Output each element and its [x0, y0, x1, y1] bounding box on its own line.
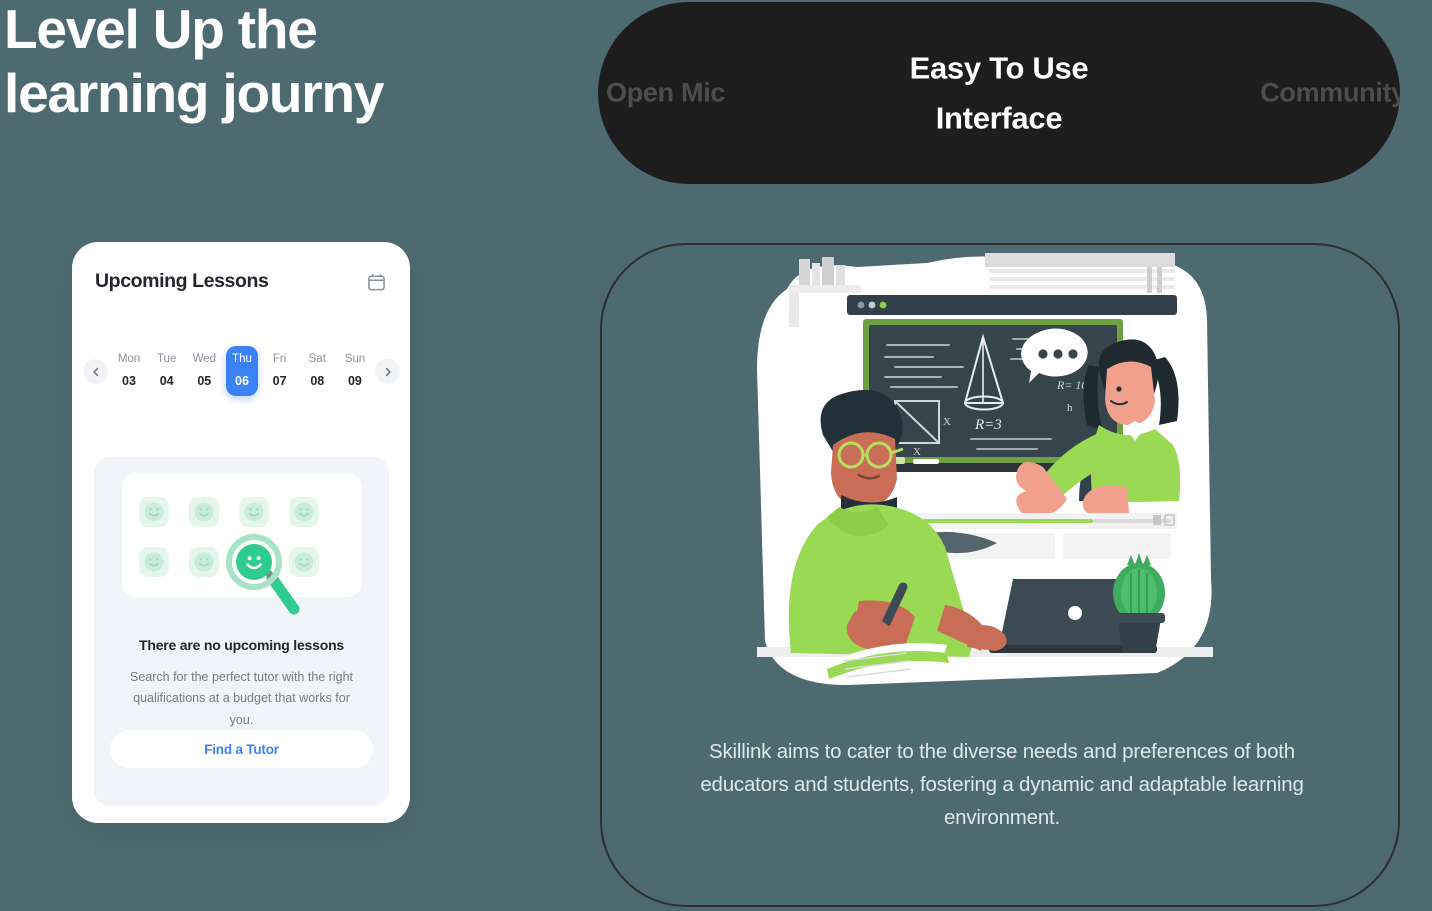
tab-active-line1: Easy To Use — [909, 50, 1089, 86]
day-number: 06 — [235, 374, 249, 388]
tab-open-mic[interactable]: Open Mic — [606, 78, 725, 109]
feature-tab-bar: Open Mic Easy To Use Interface Community — [598, 2, 1400, 184]
day-label: Fri — [272, 353, 287, 365]
svg-text:X: X — [913, 446, 921, 458]
day-number: 07 — [272, 374, 287, 388]
find-a-tutor-button[interactable]: Find a Tutor — [110, 730, 373, 768]
smiley-grid-with-magnifier-illustration — [138, 496, 320, 615]
card-title: Upcoming Lessons — [95, 270, 269, 292]
day-item-tue[interactable]: Tue 04 — [151, 346, 183, 396]
day-item-mon[interactable]: Mon 03 — [113, 346, 145, 396]
page-title: Level Up the learning journy — [4, 0, 564, 126]
day-label: Tue — [156, 353, 177, 365]
svg-text:X: X — [943, 416, 951, 428]
empty-state-title: There are no upcoming lessons — [138, 637, 345, 653]
day-number: 04 — [159, 374, 174, 388]
page-title-line2: learning journy — [4, 61, 384, 124]
tab-active-line2: Interface — [935, 100, 1063, 135]
feature-description: Skillink aims to cater to the diverse ne… — [700, 740, 1304, 830]
day-list: Mon 03 Tue 04 Wed 05 Thu 06 Fri 07 Sat 0… — [113, 336, 371, 406]
day-label: Sat — [308, 353, 326, 365]
day-number: 09 — [347, 374, 362, 388]
svg-text:R= 10: R= 10 — [1056, 378, 1087, 392]
day-label: Mon — [117, 353, 141, 365]
day-item-sun[interactable]: Sun 09 — [339, 346, 371, 396]
day-item-wed[interactable]: Wed 05 — [188, 346, 220, 396]
chevron-left-icon — [92, 367, 98, 376]
empty-state-description: Search for the perfect tutor with the ri… — [129, 670, 354, 727]
prev-week-button[interactable] — [83, 359, 108, 384]
week-selector: Mon 03 Tue 04 Wed 05 Thu 06 Fri 07 Sat 0… — [72, 336, 410, 406]
next-week-button[interactable] — [375, 359, 400, 384]
smiley-grid-card — [122, 473, 362, 615]
page-title-line1: Level Up the — [4, 0, 318, 60]
online-classroom-illustration: X X R=3 R= 10 h — [757, 253, 1213, 685]
chevron-right-icon — [385, 367, 391, 376]
svg-text:R=3: R=3 — [974, 417, 1002, 433]
day-label: Wed — [192, 353, 217, 365]
upcoming-lessons-card: Upcoming Lessons Mon 03 Tue 04 Wed 05 Th… — [72, 242, 410, 823]
day-number: 03 — [122, 374, 136, 388]
card-header: Upcoming Lessons — [72, 242, 410, 293]
day-label: Thu — [232, 353, 252, 365]
day-item-fri[interactable]: Fri 07 — [264, 346, 296, 396]
tab-easy-to-use-interface[interactable]: Easy To Use Interface — [839, 43, 1159, 142]
day-label: Sun — [344, 353, 366, 365]
calendar-icon[interactable] — [367, 272, 386, 292]
empty-state-panel: There are no upcoming lessons Search for… — [94, 457, 389, 806]
day-number: 08 — [310, 374, 325, 388]
day-item-sat[interactable]: Sat 08 — [301, 346, 333, 396]
tab-community[interactable]: Community — [1260, 78, 1400, 109]
day-number: 05 — [197, 374, 212, 388]
feature-panel: X X R=3 R= 10 h Skillink aims to cater t… — [600, 243, 1400, 907]
svg-text:h: h — [1067, 402, 1073, 414]
day-item-thu-selected[interactable]: Thu 06 — [225, 346, 258, 396]
